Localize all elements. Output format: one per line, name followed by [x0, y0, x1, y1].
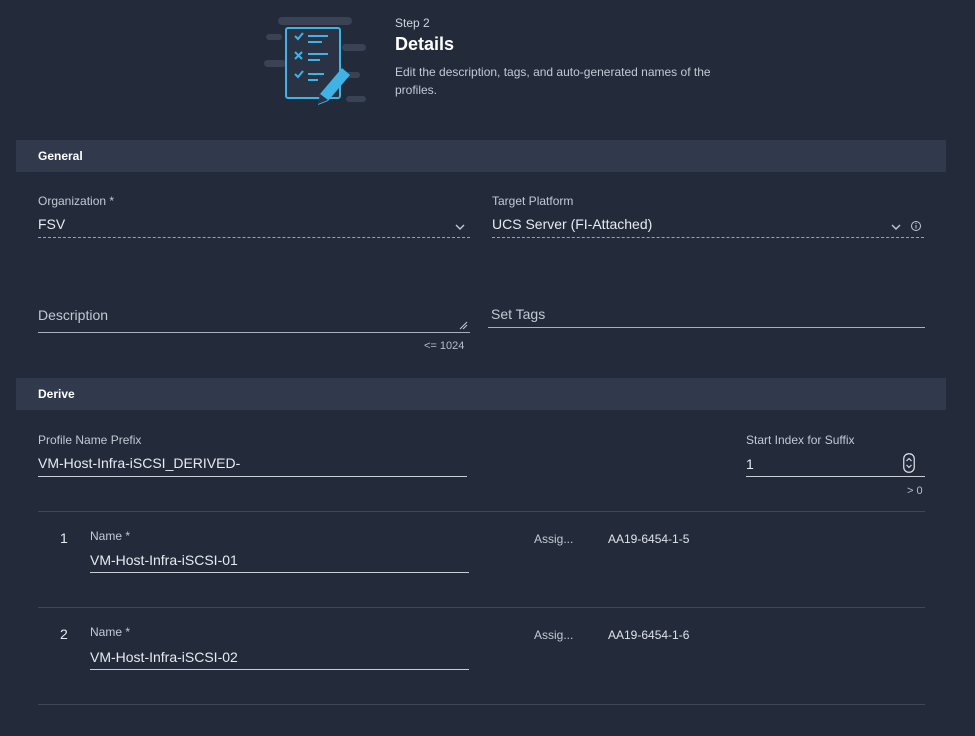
target-platform-label: Target Platform [492, 194, 574, 208]
description-textarea[interactable]: Description [38, 303, 470, 333]
divider [38, 704, 925, 705]
checklist-pencil-icon [264, 17, 366, 105]
profile-name-value: VM-Host-Infra-iSCSI-02 [90, 649, 238, 665]
section-derive: Derive [16, 378, 946, 410]
profile-assign-label: Assig... [534, 532, 574, 546]
target-platform-value: UCS Server (FI-Attached) [492, 216, 653, 232]
start-index-input[interactable]: 1 [746, 453, 925, 477]
organization-label: Organization * [38, 194, 115, 208]
page-title: Details [395, 34, 455, 54]
info-icon[interactable] [910, 220, 922, 232]
step-label: Step 2 [395, 16, 430, 30]
profile-name-label: Name * [90, 529, 131, 543]
profile-name-label: Name * [90, 625, 131, 639]
profile-name-value: VM-Host-Infra-iSCSI-01 [90, 552, 238, 568]
prefix-input[interactable]: VM-Host-Infra-iSCSI_DERIVED- [38, 453, 467, 477]
chevron-down-icon [891, 224, 901, 230]
stepper-icon[interactable] [903, 453, 915, 473]
start-index-value: 1 [746, 456, 754, 472]
profile-assign-label: Assig... [534, 628, 574, 642]
profile-assign-value: AA19-6454-1-5 [608, 532, 690, 546]
profile-assign-value: AA19-6454-1-6 [608, 628, 690, 642]
organization-select[interactable]: FSV [38, 214, 470, 238]
prefix-label: Profile Name Prefix [38, 433, 142, 447]
tags-input[interactable]: Set Tags [488, 302, 925, 328]
section-general: General [16, 140, 946, 172]
profile-row: 2 Name * VM-Host-Infra-iSCSI-02 Assig...… [0, 608, 975, 704]
chevron-down-icon [455, 224, 465, 230]
profile-name-input[interactable]: VM-Host-Infra-iSCSI-02 [90, 646, 469, 670]
description-placeholder: Description [38, 307, 109, 323]
page-description: Edit the description, tags, and auto-gen… [395, 65, 711, 97]
organization-value: FSV [38, 216, 66, 232]
start-index-hint: > 0 [907, 485, 923, 497]
profile-index: 2 [60, 626, 68, 642]
description-limit-hint: <= 1024 [424, 340, 465, 352]
profile-index: 1 [60, 530, 68, 546]
resize-handle-icon[interactable] [459, 321, 468, 330]
tags-placeholder: Set Tags [491, 306, 546, 322]
prefix-value: VM-Host-Infra-iSCSI_DERIVED- [38, 455, 241, 471]
start-index-label: Start Index for Suffix [746, 433, 855, 447]
profile-name-input[interactable]: VM-Host-Infra-iSCSI-01 [90, 549, 469, 573]
target-platform-select[interactable]: UCS Server (FI-Attached) [492, 214, 924, 238]
profile-row: 1 Name * VM-Host-Infra-iSCSI-01 Assig...… [0, 512, 975, 608]
